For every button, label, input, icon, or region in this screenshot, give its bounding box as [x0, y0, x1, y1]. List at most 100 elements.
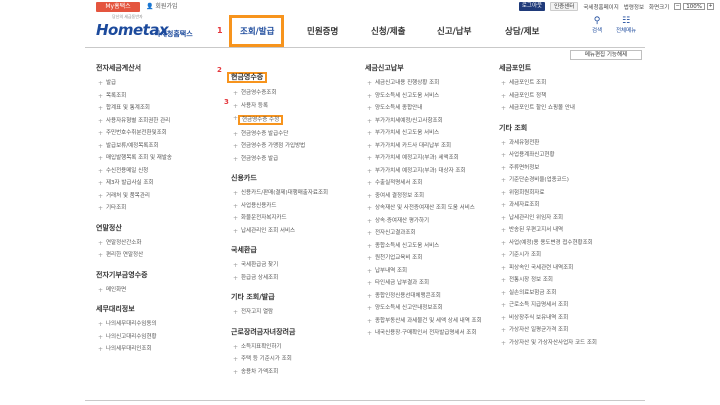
- menu-civil-certificates[interactable]: 민원증명: [307, 25, 338, 37]
- section-title-credit-card[interactable]: 신용카드: [231, 174, 356, 183]
- section-title-year-end[interactable]: 연말정산: [96, 224, 216, 233]
- list-item[interactable]: 가상자산 및 가상자산사업자 코드 조회: [499, 340, 624, 347]
- list-item[interactable]: 원천기업교육비 조회: [365, 255, 490, 262]
- list-item[interactable]: 합계표 및 통계조회: [96, 105, 216, 112]
- section-title-incentive[interactable]: 근로장려금자녀장려금: [231, 328, 356, 337]
- list-item[interactable]: 기준단순경비율(업종코드): [499, 177, 624, 184]
- list-item[interactable]: 실손의료보험금 조회: [499, 290, 624, 297]
- list-item[interactable]: 납세관리인 조회 서비스: [231, 228, 356, 235]
- my-hometax-button[interactable]: My홈택스: [96, 2, 140, 12]
- logout-button[interactable]: 로그아웃: [518, 2, 546, 11]
- list-item[interactable]: 제3자 발급사실 조회: [96, 180, 216, 187]
- list-item[interactable]: 기타조회: [96, 205, 216, 212]
- list-item[interactable]: 메인화면: [96, 287, 216, 294]
- list-item[interactable]: 종합인정신용선대체맹콘조회: [365, 293, 490, 300]
- list-item[interactable]: 상속·증여재산 평가하기: [365, 218, 490, 225]
- list-item[interactable]: 납부내역 조회: [365, 268, 490, 275]
- list-item[interactable]: 부가가치세 카드사 대리납부 조회: [365, 143, 490, 150]
- list-item[interactable]: 세금포인트 조회: [499, 80, 624, 87]
- list-item[interactable]: 양도소득세 종합안내: [365, 105, 490, 112]
- list-item[interactable]: 비상장주식 보유내역 조회: [499, 315, 624, 322]
- law-info-link[interactable]: 법령정보: [624, 3, 644, 11]
- nts-home-link[interactable]: 국세청홈페이지: [583, 3, 618, 11]
- zoom-in-button[interactable]: +: [707, 3, 714, 10]
- list-item[interactable]: 피상속인 국세관련 내역조회: [499, 265, 624, 272]
- list-item[interactable]: 주류면허정보: [499, 165, 624, 172]
- section-title-donation-receipt[interactable]: 전자기부금영수증: [96, 271, 216, 280]
- list-item[interactable]: 중여세 결정정보 조회: [365, 193, 490, 200]
- menu-apply-submit[interactable]: 신청/제출: [371, 25, 405, 37]
- list-item[interactable]: 전자고지 열람: [231, 309, 356, 316]
- list-item[interactable]: 나의신고대리수임현황: [96, 334, 216, 341]
- section-title-tax-points[interactable]: 세금포인트: [499, 64, 624, 73]
- list-item[interactable]: 부가가치세예정/신고사항조회: [365, 118, 490, 125]
- list-item[interactable]: 세금포인트 할인 쇼핑몰 안내: [499, 105, 624, 112]
- section-title-other-inquiry[interactable]: 기타 조회/발급: [231, 293, 356, 302]
- list-item[interactable]: 상속재산 및 사전증여재산 조회 도움 서비스: [365, 205, 490, 212]
- list-item[interactable]: 매입발행목록 조회 및 재발송: [96, 155, 216, 162]
- list-item[interactable]: 편리한 연말정산: [96, 252, 216, 259]
- list-item[interactable]: 근로소득 지급명세서 조회: [499, 302, 624, 309]
- list-item[interactable]: 현금영수증조회: [231, 90, 356, 97]
- list-item[interactable]: 국세환급금 찾기: [231, 262, 356, 269]
- list-item[interactable]: 연말정산간소화: [96, 240, 216, 247]
- list-item[interactable]: 소득지표확인하기: [231, 344, 356, 351]
- list-item[interactable]: 전자신고결과조회: [365, 230, 490, 237]
- list-item[interactable]: 거래처 및 품목관리: [96, 193, 216, 200]
- menu-report-pay[interactable]: 신고/납부: [437, 25, 471, 37]
- list-item[interactable]: 세금신고내용 진행상황 조회: [365, 80, 490, 87]
- list-item[interactable]: 세금포인트 정책: [499, 93, 624, 100]
- list-item[interactable]: 사업(예정)용 용도변경 접수현황조회: [499, 240, 624, 247]
- list-item[interactable]: 종합부동산세 과세물건 및 세액 상세 내역 조회: [365, 318, 490, 325]
- list-item[interactable]: 타인세금 납부결과 조회: [365, 280, 490, 287]
- zoom-out-button[interactable]: −: [674, 3, 682, 10]
- cert-center-button[interactable]: 인증센터: [550, 2, 579, 11]
- list-item[interactable]: 사업용신용카드: [231, 203, 356, 210]
- list-item[interactable]: 나의세무대리수임동의: [96, 321, 216, 328]
- list-item[interactable]: 수신전용메일 신청: [96, 168, 216, 175]
- list-item[interactable]: 납세관리인 위임자 조회: [499, 215, 624, 222]
- list-item[interactable]: 내국신용장·구매확인서 전자발급명세서 조회: [365, 330, 490, 337]
- join-link[interactable]: 👤 회원가입: [146, 2, 178, 12]
- section-title-e-tax-invoice[interactable]: 전자세금계산서: [96, 64, 216, 73]
- list-item[interactable]: 양도소득세 신고도움 서비스: [365, 93, 490, 100]
- list-item[interactable]: 종합소득세 신고도움 서비스: [365, 243, 490, 250]
- list-item[interactable]: 주민번호수취분전환및조회: [96, 130, 216, 137]
- list-item[interactable]: 양도소득세 신고안내정보조회: [365, 305, 490, 312]
- list-item[interactable]: 사업용계좌신고현황: [499, 152, 624, 159]
- list-item[interactable]: 환급금 상세조회: [231, 275, 356, 282]
- section-title-tax-refund[interactable]: 국세환급: [231, 246, 356, 255]
- cash-receipt-edit-item[interactable]: 현금영수증 수정: [231, 115, 356, 125]
- list-item[interactable]: 과세유형전환: [499, 140, 624, 147]
- list-item[interactable]: 송용차 가액조회: [231, 369, 356, 376]
- list-item[interactable]: 목록조회: [96, 93, 216, 100]
- all-menu-button[interactable]: ☷ 전체메뉴: [616, 16, 636, 34]
- list-item[interactable]: 전통시장 정보 조회: [499, 277, 624, 284]
- list-item[interactable]: 사용자 등록: [231, 103, 356, 110]
- list-item[interactable]: 신용카드/판매(결제)대행매출자료조회: [231, 190, 356, 197]
- list-item[interactable]: 기준시가 조회: [499, 252, 624, 259]
- menu-edit-toggle-button[interactable]: 메뉴편집 기능해제: [570, 50, 642, 60]
- list-item[interactable]: 현금영수증 발급: [231, 156, 356, 163]
- menu-inquiry-issue[interactable]: 조회/발급: [229, 15, 284, 47]
- list-item[interactable]: 부가가치세 예정고지(부과) 세액조회: [365, 155, 490, 162]
- list-item[interactable]: 과세자료조회: [499, 202, 624, 209]
- list-item[interactable]: 사용자유형별 조회권한 관리: [96, 118, 216, 125]
- list-item[interactable]: 발급: [96, 80, 216, 87]
- section-title-tax-report-pay[interactable]: 세금신고납부: [365, 64, 490, 73]
- list-item[interactable]: 현금영수증 가맹점 가입방법: [231, 143, 356, 150]
- list-item[interactable]: 주택 등 기준시가 조회: [231, 356, 356, 363]
- list-item[interactable]: 현금영수증 발급수단: [231, 131, 356, 138]
- list-item[interactable]: 나의세무대리인조회: [96, 346, 216, 353]
- section-title-tax-agent[interactable]: 세무대리정보: [96, 305, 216, 314]
- list-item[interactable]: 위험회원회자료: [499, 190, 624, 197]
- list-item[interactable]: 화물운전자복지카드: [231, 215, 356, 222]
- list-item[interactable]: 수출실적명세서 조회: [365, 180, 490, 187]
- list-item[interactable]: 부가가치세 신고도움 서비스: [365, 130, 490, 137]
- search-button[interactable]: ⚲ 검색: [592, 16, 602, 34]
- section-title-etc-inquiry[interactable]: 기타 조회: [499, 124, 624, 133]
- list-item[interactable]: 부가가치세 예정고지(부과) 대상자 조회: [365, 168, 490, 175]
- menu-consult-report[interactable]: 상담/제보: [505, 25, 539, 37]
- list-item[interactable]: 반송된 우편고지서 내역: [499, 227, 624, 234]
- section-title-cash-receipt[interactable]: 현금영수증: [227, 72, 268, 83]
